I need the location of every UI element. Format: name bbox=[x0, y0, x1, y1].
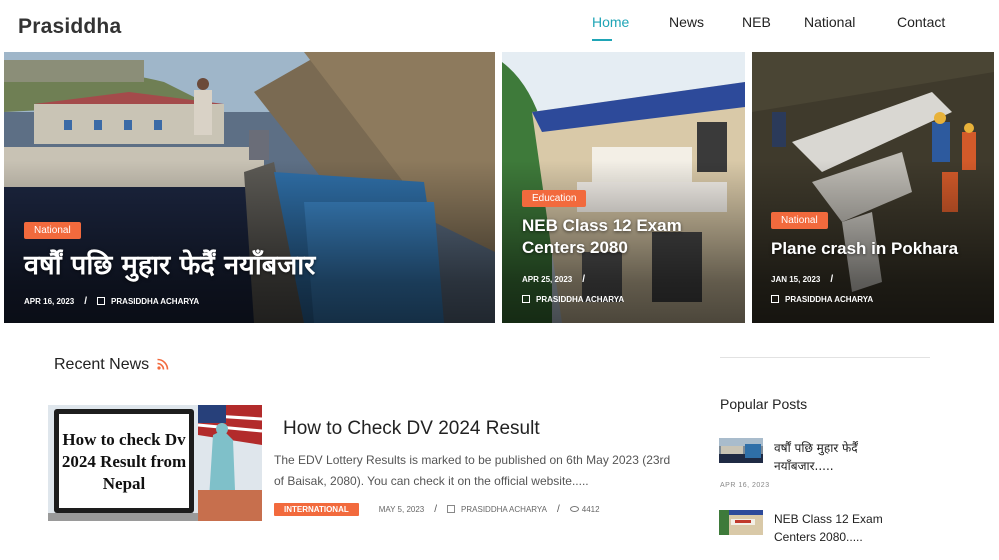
popular-post-thumbnail[interactable] bbox=[719, 510, 763, 535]
hero-date-row: APR 25, 2023/ bbox=[522, 274, 586, 285]
popular-posts-heading: Popular Posts bbox=[720, 396, 808, 412]
nav-national[interactable]: National bbox=[804, 14, 855, 30]
edit-icon bbox=[447, 505, 456, 513]
hero-date: APR 25, 2023 bbox=[522, 275, 573, 284]
recent-news-heading: Recent News bbox=[54, 356, 150, 373]
popular-post-date: APR 16, 2023 bbox=[720, 482, 770, 489]
hero-title[interactable]: Plane crash in Pokhara bbox=[771, 238, 958, 260]
popular-post-image bbox=[719, 438, 763, 463]
hero-author[interactable]: PRASIDDHA ACHARYA bbox=[111, 297, 199, 306]
thumbnail-text: How to check Dv 2024 Result from Nepal bbox=[61, 430, 187, 493]
hero-date-row: JAN 15, 2023/ bbox=[771, 274, 834, 285]
hero-author-row: PRASIDDHA ACHARYA bbox=[771, 295, 873, 304]
hero-card-newroad[interactable]: National वर्षौं पछि मुहार फेर्दैं नयाँबज… bbox=[4, 52, 495, 323]
sidebar-divider bbox=[720, 357, 930, 358]
hero-meta: APR 16, 2023/PRASIDDHA ACHARYA bbox=[24, 296, 200, 307]
nav-contact[interactable]: Contact bbox=[897, 14, 945, 30]
hero-category-badge[interactable]: Education bbox=[522, 190, 587, 207]
site-logo[interactable]: Prasiddha bbox=[18, 15, 121, 39]
hero-author[interactable]: PRASIDDHA ACHARYA bbox=[785, 295, 873, 304]
hero-category-badge[interactable]: National bbox=[24, 222, 81, 239]
article-author[interactable]: PRASIDDHA ACHARYA bbox=[461, 505, 547, 514]
nav-active-underline bbox=[592, 39, 612, 41]
popular-post-image bbox=[719, 510, 763, 535]
hero-author[interactable]: PRASIDDHA ACHARYA bbox=[536, 295, 624, 304]
hero-title[interactable]: NEB Class 12 Exam Centers 2080 bbox=[522, 215, 732, 259]
site-header: Prasiddha Home News NEB National Contact bbox=[0, 0, 999, 52]
article-thumbnail[interactable]: How to check Dv 2024 Result from Nepal bbox=[48, 405, 262, 521]
article-category-badge[interactable]: INTERNATIONAL bbox=[274, 503, 359, 516]
edit-icon bbox=[522, 295, 530, 303]
edit-icon bbox=[771, 295, 779, 303]
popular-post-title[interactable]: NEB Class 12 Exam Centers 2080..... bbox=[774, 510, 914, 546]
hero-category-badge[interactable]: National bbox=[771, 212, 828, 229]
popular-post-title[interactable]: वर्षौं पछि मुहार फेर्दैं नयाँबजार..... bbox=[774, 439, 914, 475]
article-meta: INTERNATIONAL MAY 5, 2023/PRASIDDHA ACHAR… bbox=[274, 503, 600, 516]
hero-title[interactable]: वर्षौं पछि मुहार फेर्दैं नयाँबजार bbox=[24, 248, 315, 283]
article-title[interactable]: How to Check DV 2024 Result bbox=[283, 418, 540, 440]
popular-post-thumbnail[interactable] bbox=[719, 438, 763, 463]
eye-icon bbox=[569, 506, 579, 512]
article-date: MAY 5, 2023 bbox=[378, 505, 425, 514]
hero-card-neb[interactable]: Education NEB Class 12 Exam Centers 2080… bbox=[502, 52, 745, 323]
article-views: 4412 bbox=[581, 505, 600, 514]
nav-neb[interactable]: NEB bbox=[742, 14, 771, 30]
hero-card-plane-crash[interactable]: National Plane crash in Pokhara JAN 15, … bbox=[752, 52, 994, 323]
hero-date: APR 16, 2023 bbox=[24, 297, 75, 306]
hero-author-row: PRASIDDHA ACHARYA bbox=[522, 295, 624, 304]
nav-news[interactable]: News bbox=[669, 14, 704, 30]
nav-home[interactable]: Home bbox=[592, 14, 630, 41]
article-excerpt: The EDV Lottery Results is marked to be … bbox=[274, 453, 671, 488]
edit-icon bbox=[97, 297, 106, 305]
nav-home-label: Home bbox=[592, 14, 630, 30]
hero-date: JAN 15, 2023 bbox=[771, 275, 821, 284]
rss-icon[interactable] bbox=[157, 358, 169, 370]
